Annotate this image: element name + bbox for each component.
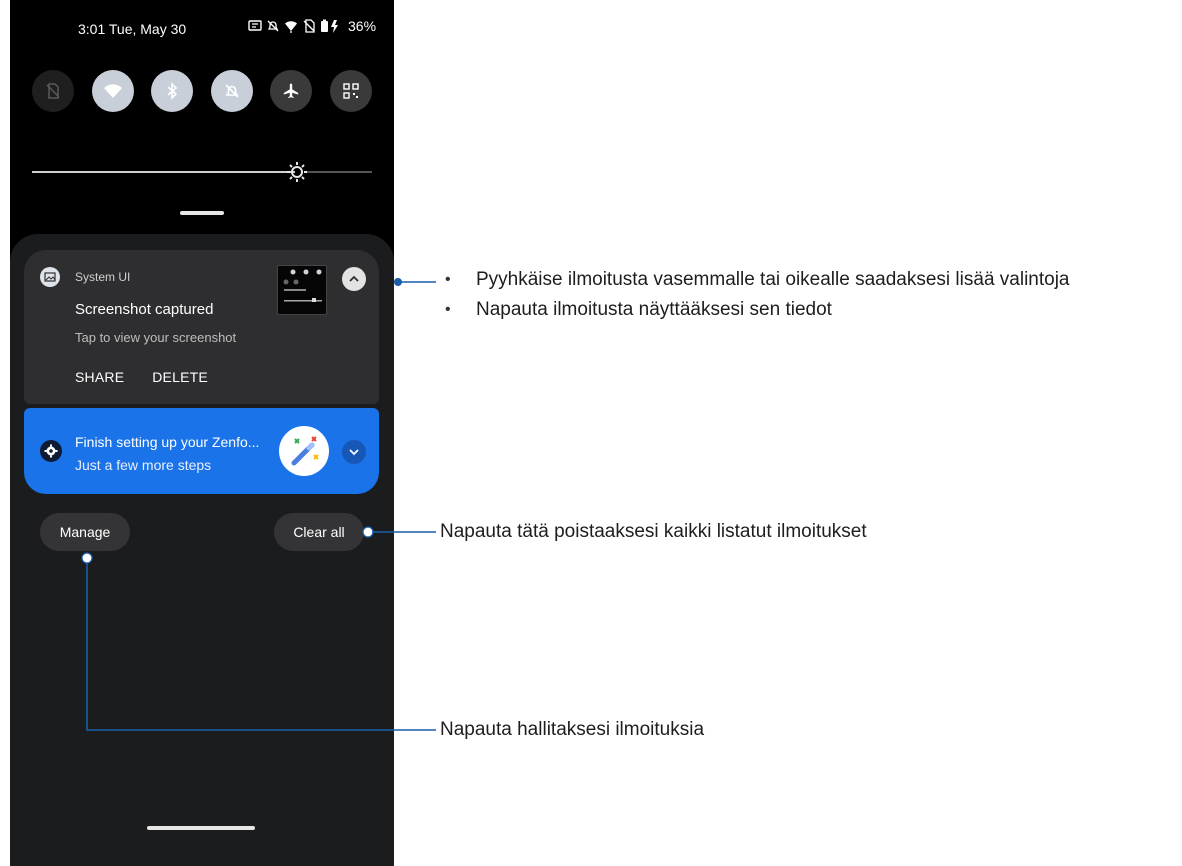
status-time: 3:01 Tue, May 30 [78, 21, 187, 37]
bluetooth-icon [167, 82, 178, 100]
qs-tile-mobile-data[interactable] [32, 70, 74, 112]
qr-code-icon [343, 83, 359, 99]
system-ui-app-icon [40, 267, 60, 287]
wifi-status-icon [285, 21, 297, 33]
qs-tile-bluetooth[interactable] [151, 70, 194, 112]
clear-all-button[interactable]: Clear all [274, 513, 364, 551]
screenshot-thumbnail[interactable] [277, 265, 327, 315]
callout-bullet: • [445, 301, 451, 318]
nfc-icon [248, 20, 262, 31]
callout-swipe-line [394, 278, 436, 286]
notification-title: Screenshot captured [75, 301, 214, 318]
notification-collapse-button[interactable] [342, 267, 366, 291]
screenshot-preview-image [278, 266, 326, 314]
brightness-track-empty [305, 171, 372, 173]
notification-setup[interactable]: Finish setting up your Zenfo... Just a f… [24, 408, 379, 494]
wifi-icon [103, 84, 122, 98]
do-not-disturb-icon [225, 84, 239, 98]
setup-expand-button[interactable] [342, 440, 366, 464]
airplane-mode-icon [284, 83, 299, 98]
callout-tap-text: Napauta ilmoitusta näyttääksesi sen tied… [476, 299, 832, 320]
qs-tile-do-not-disturb[interactable] [210, 70, 253, 112]
quick-settings-row [32, 70, 372, 112]
notification-app-name: System UI [75, 270, 131, 284]
magic-wand-icon [291, 436, 319, 466]
setup-illustration [279, 426, 329, 476]
no-sim-icon [303, 19, 315, 33]
image-icon [44, 272, 56, 282]
setup-notification-text: Just a few more steps [75, 457, 212, 473]
brightness-track-filled [32, 171, 295, 173]
brightness-slider[interactable] [32, 160, 372, 184]
status-icons: 36% [248, 18, 376, 34]
setup-app-icon [40, 440, 62, 462]
shade-drag-handle[interactable] [180, 211, 224, 215]
mobile-data-off-icon [46, 83, 60, 99]
callout-swipe-text: Pyyhkäise ilmoitusta vasemmalle tai oike… [476, 269, 1070, 290]
notification-screenshot[interactable]: System UI Screenshot captured Tap to vie… [24, 250, 379, 404]
qs-tile-wifi[interactable] [91, 70, 134, 112]
battery-charging-icon [321, 19, 338, 33]
navigation-gesture-bar[interactable] [147, 826, 255, 830]
chevron-up-icon [349, 275, 359, 282]
qs-tile-qr-scanner[interactable] [329, 70, 372, 112]
brightness-sun-icon[interactable] [285, 160, 309, 184]
notifications-off-icon [267, 20, 279, 32]
setup-notification-title: Finish setting up your Zenfo... [75, 434, 260, 450]
qs-tile-airplane-mode[interactable] [270, 70, 313, 112]
callout-clear-all-text: Napauta tätä poistaaksesi kaikki listatu… [440, 521, 867, 542]
share-button[interactable]: SHARE [75, 369, 124, 385]
status-bar: 3:01 Tue, May 30 36% [10, 0, 394, 58]
gear-icon [44, 444, 58, 458]
notification-text: Tap to view your screenshot [75, 330, 237, 345]
battery-percentage: 36% [348, 18, 377, 34]
callout-manage-text: Napauta hallitaksesi ilmoituksia [440, 719, 705, 740]
phone-screen: 3:01 Tue, May 30 36% System UI Screensho… [10, 0, 394, 866]
manage-button[interactable]: Manage [40, 513, 130, 551]
callout-bullet: • [445, 271, 451, 288]
delete-button[interactable]: DELETE [152, 369, 208, 385]
chevron-down-icon [349, 449, 359, 456]
notification-actions: SHARE DELETE [75, 369, 208, 385]
